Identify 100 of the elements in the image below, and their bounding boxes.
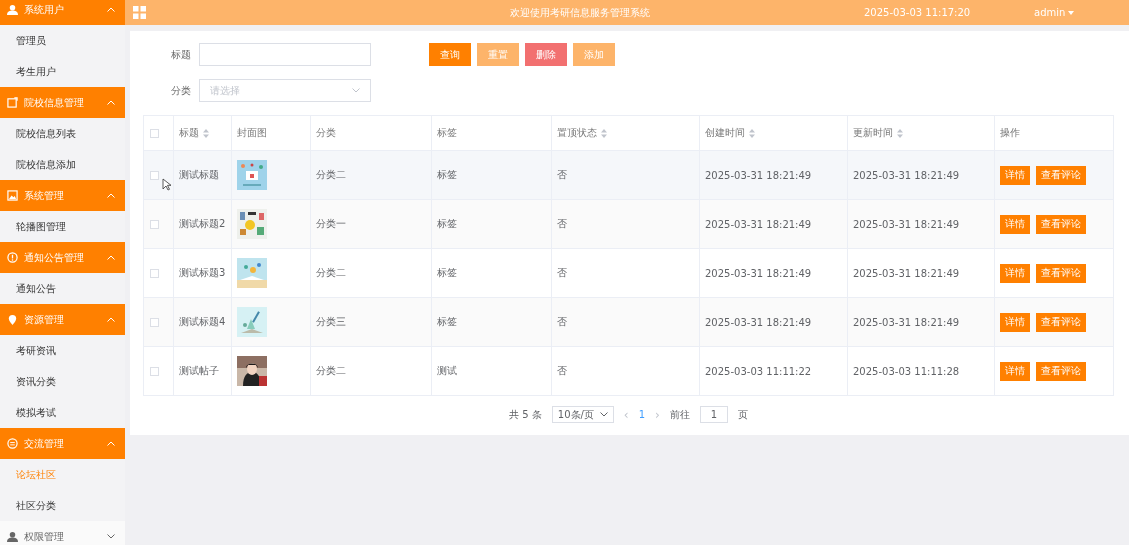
input-field[interactable] xyxy=(199,43,371,66)
row-button[interactable]: 查看评论 xyxy=(1036,361,1086,381)
table-cell: 测试 xyxy=(431,346,552,396)
chevron-icon xyxy=(107,534,115,539)
sort-icon[interactable] xyxy=(749,128,755,138)
row-button[interactable]: 查看评论 xyxy=(1036,263,1086,283)
menu-group[interactable]: 交流管理 xyxy=(0,428,125,459)
menu-group[interactable]: 系统管理 xyxy=(0,180,125,211)
checkbox[interactable] xyxy=(150,268,159,278)
menu-item[interactable]: 院校信息列表 xyxy=(0,118,125,149)
chevron-icon xyxy=(107,193,115,198)
grid-icon[interactable] xyxy=(133,6,146,19)
page-suffix: 页 xyxy=(737,407,748,422)
column-header: 标题 xyxy=(179,126,199,140)
menu-group[interactable]: 权限管理 xyxy=(0,521,125,545)
checkbox[interactable] xyxy=(150,128,159,138)
page-number[interactable]: 1 xyxy=(638,409,646,420)
row-button[interactable]: 详情 xyxy=(1000,165,1030,185)
row-button[interactable]: 详情 xyxy=(1000,263,1030,283)
checkbox[interactable] xyxy=(150,170,159,180)
chevron-icon xyxy=(352,88,360,93)
sort-icon[interactable] xyxy=(601,128,607,138)
chevron-icon xyxy=(107,255,115,260)
menu-item[interactable]: 轮播图管理 xyxy=(0,211,125,242)
column-header: 更新时间 xyxy=(853,126,893,140)
menu-item[interactable]: 社区分类 xyxy=(0,490,125,521)
table-cell: 否 xyxy=(551,346,700,396)
goto-label: 前往 xyxy=(669,407,690,422)
column-header: 标签 xyxy=(437,126,457,140)
menu-item[interactable]: 论坛社区 xyxy=(0,459,125,490)
row-button[interactable]: 详情 xyxy=(1000,214,1030,234)
info-icon xyxy=(7,252,18,263)
table-cell: 分类一 xyxy=(310,199,432,249)
table-cell: 分类二 xyxy=(310,150,432,200)
page-size-select[interactable]: 10条/页 xyxy=(551,406,614,423)
table-cell: 测试标题2 xyxy=(173,199,232,249)
action-button[interactable]: 删除 xyxy=(525,43,567,66)
menu-item[interactable]: 考研资讯 xyxy=(0,335,125,366)
table-cell: 分类二 xyxy=(310,346,432,396)
note-icon xyxy=(7,97,18,108)
table-cell: 标签 xyxy=(431,248,552,298)
table-cell: 标签 xyxy=(431,199,552,249)
column-header: 分类 xyxy=(316,126,336,140)
row-button[interactable]: 查看评论 xyxy=(1036,214,1086,234)
table-cell: 测试标题3 xyxy=(173,248,232,298)
row-button[interactable]: 详情 xyxy=(1000,312,1030,332)
app-title: 欢迎使用考研信息服务管理系统 xyxy=(509,5,651,20)
table-cell: 2025-03-31 18:21:49 xyxy=(847,199,995,249)
next-page[interactable]: › xyxy=(655,407,660,422)
checkbox[interactable] xyxy=(150,366,159,376)
menu-group[interactable]: 系统用户 xyxy=(0,0,125,25)
table-cell: 否 xyxy=(551,150,700,200)
menu-item[interactable]: 模拟考试 xyxy=(0,397,125,428)
menu-item[interactable]: 院校信息添加 xyxy=(0,149,125,180)
table-cell: 2025-03-31 18:21:49 xyxy=(699,150,848,200)
table-cell: 2025-03-03 11:11:22 xyxy=(699,346,848,396)
sort-icon[interactable] xyxy=(897,128,903,138)
chevron-icon xyxy=(107,441,115,446)
total-count: 共 5 条 xyxy=(509,407,542,422)
user-menu[interactable]: admin xyxy=(1034,7,1066,18)
field-label: 标题 xyxy=(171,47,191,62)
row-button[interactable]: 详情 xyxy=(1000,361,1030,381)
chevron-icon xyxy=(107,317,115,322)
row-button[interactable]: 查看评论 xyxy=(1036,312,1086,332)
action-button[interactable]: 添加 xyxy=(573,43,615,66)
menu-group[interactable]: 院校信息管理 xyxy=(0,87,125,118)
sort-icon[interactable] xyxy=(203,128,209,138)
user-icon xyxy=(7,531,18,542)
chevron-icon xyxy=(107,7,115,12)
table-cell: 分类三 xyxy=(310,297,432,347)
menu-item[interactable]: 通知公告 xyxy=(0,273,125,304)
menu-group[interactable]: 通知公告管理 xyxy=(0,242,125,273)
table-cell: 分类二 xyxy=(310,248,432,298)
checkbox[interactable] xyxy=(150,317,159,327)
table-cell: 测试帖子 xyxy=(173,346,232,396)
table-cell: 标签 xyxy=(431,297,552,347)
chevron-icon xyxy=(599,412,608,417)
table-cell: 2025-03-31 18:21:49 xyxy=(699,297,848,347)
table-cell: 否 xyxy=(551,297,700,347)
table-cell: 2025-03-31 18:21:49 xyxy=(847,150,995,200)
menu-item[interactable]: 管理员 xyxy=(0,25,125,56)
menu-group[interactable]: 资源管理 xyxy=(0,304,125,335)
column-header: 置顶状态 xyxy=(557,126,597,140)
page-input[interactable]: 1 xyxy=(699,406,728,423)
pin-icon xyxy=(7,314,18,325)
table-cell: 否 xyxy=(551,248,700,298)
chevron-icon xyxy=(107,100,115,105)
table-cell: 2025-03-31 18:21:49 xyxy=(699,199,848,249)
menu-item[interactable]: 资讯分类 xyxy=(0,366,125,397)
action-button[interactable]: 重置 xyxy=(477,43,519,66)
checkbox[interactable] xyxy=(150,219,159,229)
prev-page[interactable]: ‹ xyxy=(623,407,629,422)
datetime: 2025-03-03 11:17:20 xyxy=(864,7,972,18)
menu-item[interactable]: 考生用户 xyxy=(0,56,125,87)
user-icon xyxy=(7,4,18,15)
action-button[interactable]: 查询 xyxy=(429,43,471,66)
caret-icon xyxy=(1068,10,1075,15)
column-header: 操作 xyxy=(1000,126,1020,140)
row-button[interactable]: 查看评论 xyxy=(1036,165,1086,185)
chat-icon xyxy=(7,438,18,449)
